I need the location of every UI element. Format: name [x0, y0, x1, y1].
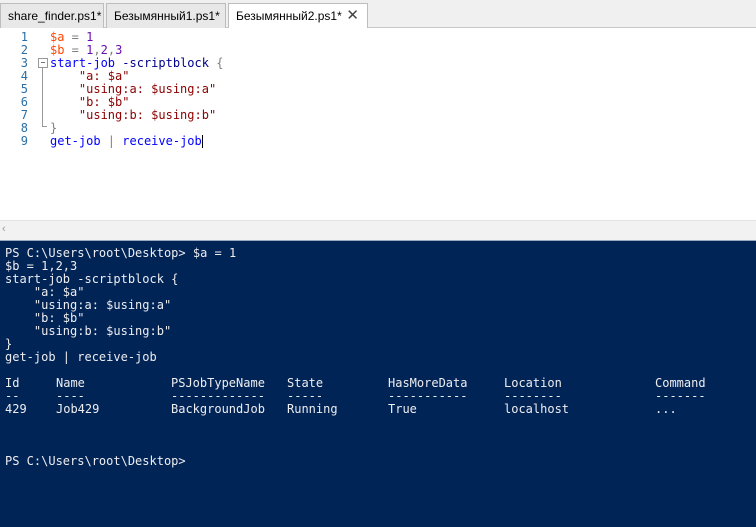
code-token: get-job: [50, 134, 101, 148]
tab-label: Безымянный1.ps1*: [114, 9, 220, 23]
fold-toggle-icon[interactable]: −: [38, 58, 48, 68]
code-token: 1: [86, 30, 94, 44]
console-line: get-job | receive-job: [5, 350, 157, 364]
code-line: get-job | receive-job: [50, 135, 203, 148]
table-cell: ...: [655, 402, 677, 416]
code-token: $b: [50, 43, 65, 57]
code-token: 2: [100, 43, 108, 57]
code-token: {: [208, 56, 224, 70]
table-cell: localhost: [504, 402, 570, 416]
code-token: =: [64, 30, 87, 44]
code-token: }: [50, 121, 58, 135]
tab-label: share_finder.ps1*: [8, 9, 102, 23]
code-token: |: [100, 134, 123, 148]
code-token: ,: [107, 43, 116, 57]
code-token: "using:b: $using:b": [78, 108, 217, 122]
scroll-left-icon[interactable]: ‹: [2, 223, 6, 235]
console-line: "using:b: $using:b": [5, 324, 172, 338]
close-icon[interactable]: ✕: [346, 4, 359, 28]
tab-bar: share_finder.ps1* Безымянный1.ps1* Безым…: [0, 0, 756, 29]
table-cell: BackgroundJob: [171, 402, 265, 416]
tab-untitled1[interactable]: Безымянный1.ps1*: [106, 3, 226, 28]
tab-share-finder[interactable]: share_finder.ps1*: [0, 3, 104, 28]
table-cell: Job429: [56, 402, 100, 416]
code-token: "b: $b": [78, 95, 130, 109]
tab-label: Безымянный2.ps1*: [236, 9, 342, 23]
code-token: $a: [50, 30, 65, 44]
table-cell: 429: [5, 402, 27, 416]
tab-untitled2[interactable]: Безымянный2.ps1* ✕: [228, 3, 368, 29]
line-number: 9: [20, 134, 28, 148]
horizontal-scrollbar[interactable]: ‹: [0, 220, 756, 240]
code-token: "using:a: $using:a": [78, 82, 217, 96]
script-editor[interactable]: 123456789 − $a = 1 $b = 1,2,3 start-job -s…: [0, 28, 756, 220]
code-token: receive-job: [122, 134, 202, 148]
table-cell: True: [388, 402, 417, 416]
table-cell: Running: [287, 402, 338, 416]
fold-end: [42, 126, 47, 127]
code-token: ,: [93, 43, 101, 57]
code-line: "using:b: $using:b": [50, 109, 216, 122]
code-token: "a: $a": [78, 69, 130, 83]
code-token: 3: [115, 43, 123, 57]
console-pane[interactable]: PS C:\Users\root\Desktop> $a = 1 $b = 1,2…: [0, 240, 756, 527]
code-token: =: [64, 43, 87, 57]
fold-line: [42, 68, 43, 126]
code-token: -scriptblock: [122, 56, 209, 70]
code-token: start-job: [50, 56, 116, 70]
console-prompt: PS C:\Users\root\Desktop>: [5, 454, 186, 468]
text-caret: [201, 135, 203, 148]
